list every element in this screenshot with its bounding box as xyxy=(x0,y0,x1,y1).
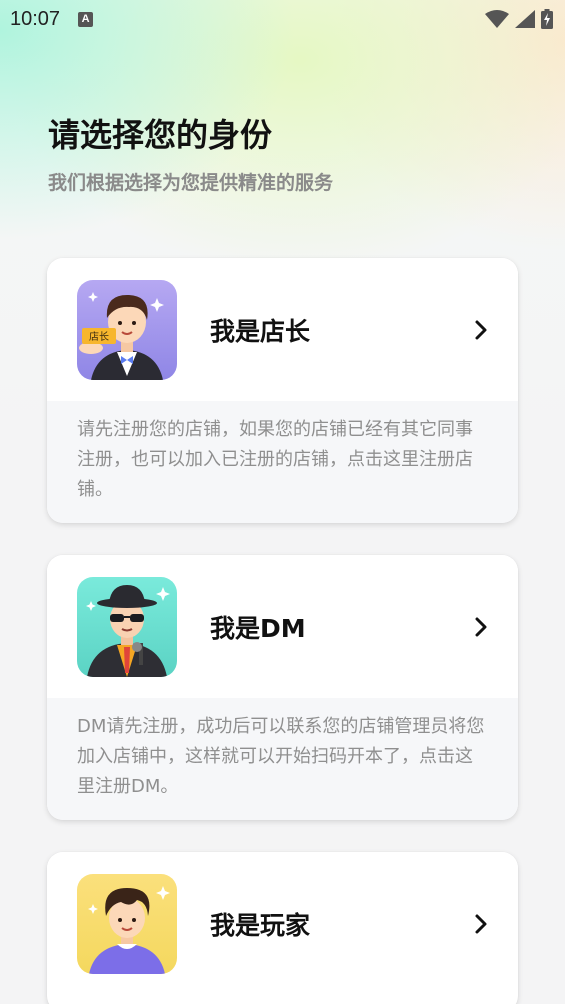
store-owner-avatar: 店长 xyxy=(77,279,177,380)
role-card-dm[interactable]: 我是DM DM请先注册，成功后可以联系您的店铺管理员将您加入店铺中，这样就可以开… xyxy=(47,555,518,820)
battery-charging-icon xyxy=(541,9,553,29)
role-card-header[interactable]: 店长 我是店长 xyxy=(47,258,518,401)
status-time: 10:07 xyxy=(10,7,61,30)
chevron-right-icon[interactable] xyxy=(470,616,492,638)
chevron-right-icon[interactable] xyxy=(470,913,492,935)
role-card-store-owner[interactable]: 店长 我是店长 请先注册您的店铺，如果您的店铺已经有其它同事注册，也可以加入已注… xyxy=(47,258,518,523)
wifi-icon xyxy=(485,10,509,28)
status-bar: 10:07 A xyxy=(0,0,565,38)
role-description[interactable]: 请先注册您的店铺，如果您的店铺已经有其它同事注册，也可以加入已注册的店铺，点击这… xyxy=(47,401,518,523)
role-label: 我是店长 xyxy=(210,316,311,346)
page-subtitle: 我们根据选择为您提供精准的服务 xyxy=(48,172,334,194)
role-card-header[interactable]: 我是玩家 xyxy=(47,852,518,995)
a-box-icon: A xyxy=(78,11,94,27)
player-avatar xyxy=(77,873,177,974)
role-description[interactable]: DM请先注册，成功后可以联系您的店铺管理员将您加入店铺中，这样就可以开始扫码开本… xyxy=(47,698,518,820)
role-label: 我是DM xyxy=(210,613,306,643)
page-title: 请选择您的身份 xyxy=(48,116,273,154)
chevron-right-icon[interactable] xyxy=(470,319,492,341)
role-label: 我是玩家 xyxy=(210,910,311,940)
role-card-header[interactable]: 我是DM xyxy=(47,555,518,698)
store-owner-badge: 店长 xyxy=(89,330,109,343)
signal-icon xyxy=(515,10,535,28)
role-card-player[interactable]: 我是玩家 xyxy=(47,852,518,1004)
dm-avatar xyxy=(77,576,177,677)
